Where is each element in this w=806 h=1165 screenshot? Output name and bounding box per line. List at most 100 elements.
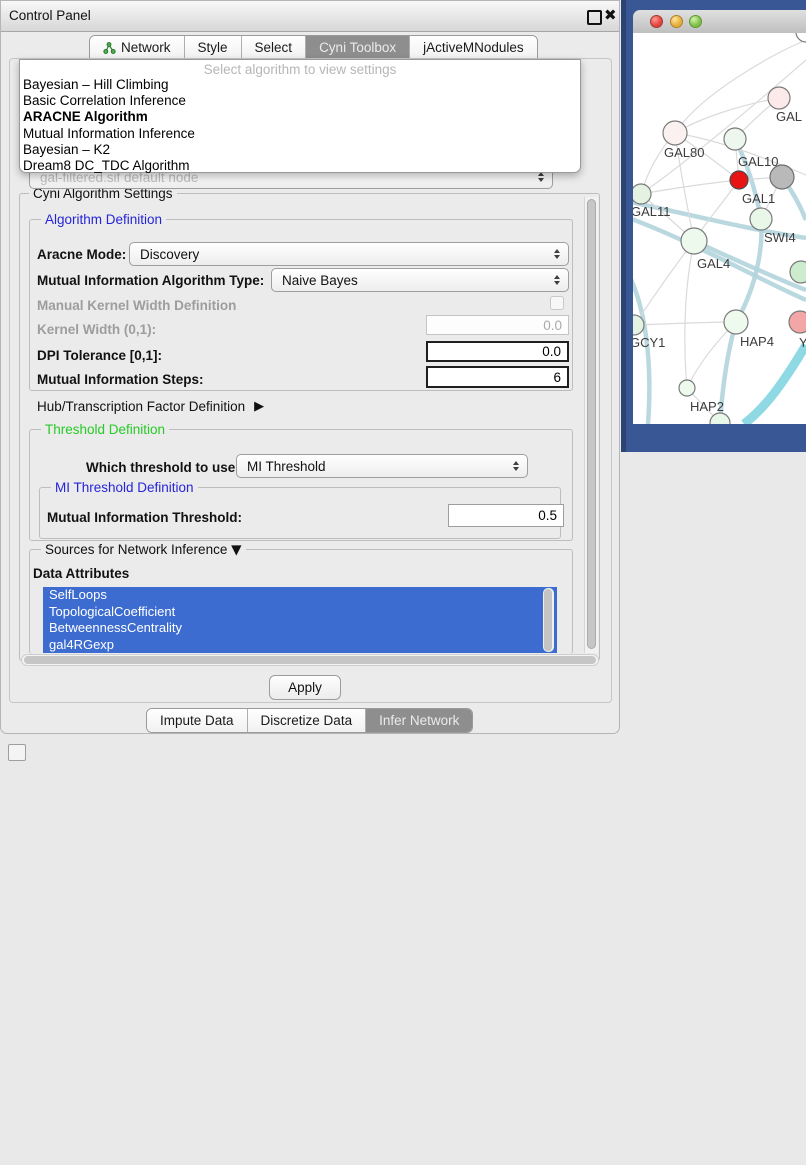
node-label: Y bbox=[799, 335, 806, 350]
tab-impute-data[interactable]: Impute Data bbox=[147, 709, 248, 732]
network-canvas[interactable]: GALGAL80GAL10GAL1GAL11SWI4GAL4GCY1HAP4YH… bbox=[633, 33, 806, 424]
mi-algorithm-type-combobox[interactable]: Naive Bayes bbox=[271, 268, 569, 292]
minimize-traffic-light-icon[interactable] bbox=[670, 15, 683, 28]
algorithm-option[interactable]: Basic Correlation Inference bbox=[20, 93, 580, 109]
threshold-definition-title: Threshold Definition bbox=[41, 422, 169, 437]
node-label: GCY1 bbox=[633, 335, 665, 350]
data-attributes-list[interactable]: SelfLoopsTopologicalCoefficientBetweenne… bbox=[43, 587, 557, 653]
collapse-down-icon[interactable]: ▼ bbox=[231, 542, 241, 558]
tab-infer-network[interactable]: Infer Network bbox=[366, 709, 472, 732]
tab-network-label: Network bbox=[121, 40, 171, 55]
network-node-gal80[interactable] bbox=[663, 121, 687, 145]
mi-threshold-field[interactable]: 0.5 bbox=[448, 504, 564, 527]
data-attribute-item[interactable]: BetweennessCentrality bbox=[43, 620, 557, 637]
algorithm-option[interactable]: Bayesian – K2 bbox=[20, 142, 580, 158]
node-label: GAL1 bbox=[742, 191, 775, 206]
node-label: SWI4 bbox=[764, 230, 796, 245]
network-node-hap4[interactable] bbox=[724, 310, 748, 334]
mi-steps-field[interactable]: 6 bbox=[426, 366, 569, 388]
tab-style[interactable]: Style bbox=[185, 36, 242, 59]
kernel-width-field: 0.0 bbox=[426, 315, 569, 335]
node-label: GAL10 bbox=[738, 154, 778, 169]
control-panel-titlebar: Control Panel ✖ bbox=[1, 1, 619, 32]
dpi-tolerance-label: DPI Tolerance [0,1]: bbox=[37, 348, 162, 363]
manual-kernel-width-checkbox[interactable] bbox=[550, 296, 564, 310]
algorithm-dropdown-prompt: Select algorithm to view settings bbox=[20, 60, 580, 77]
network-node[interactable] bbox=[796, 33, 806, 42]
network-node[interactable] bbox=[790, 261, 806, 283]
tab-select[interactable]: Select bbox=[242, 36, 307, 59]
apply-button[interactable]: Apply bbox=[269, 675, 341, 700]
network-node-swi4[interactable] bbox=[750, 208, 772, 230]
attributes-vertical-scrollbar[interactable] bbox=[543, 588, 554, 652]
network-node-gal11[interactable] bbox=[633, 184, 651, 204]
float-window-icon[interactable] bbox=[587, 10, 602, 25]
data-attribute-item[interactable]: gal4RGexp bbox=[43, 637, 557, 654]
data-attribute-item[interactable]: SelfLoops bbox=[43, 587, 557, 604]
node-label: GAL4 bbox=[697, 256, 730, 271]
network-node-gal[interactable] bbox=[768, 87, 790, 109]
tab-style-label: Style bbox=[198, 40, 228, 55]
network-node-hap2[interactable] bbox=[679, 380, 695, 396]
screen: Control Panel ✖ Network Style Select bbox=[0, 0, 806, 762]
network-node-gal10[interactable] bbox=[724, 128, 746, 150]
combo-arrows-icon bbox=[513, 461, 519, 471]
aracne-mode-combobox[interactable]: Discovery bbox=[129, 242, 569, 266]
tab-jactivemnodules[interactable]: jActiveMNodules bbox=[410, 36, 537, 59]
which-threshold-combobox[interactable]: MI Threshold bbox=[236, 454, 528, 478]
tab-select-label: Select bbox=[255, 40, 293, 55]
mi-threshold-label: Mutual Information Threshold: bbox=[47, 510, 242, 525]
tab-jactivemnodules-label: jActiveMNodules bbox=[423, 40, 524, 55]
network-node-gal1[interactable] bbox=[730, 171, 748, 189]
kernel-width-label: Kernel Width (0,1): bbox=[37, 322, 156, 337]
network-window-titlebar bbox=[633, 10, 806, 34]
network-node-y[interactable] bbox=[789, 311, 806, 333]
mi-algorithm-type-label: Mutual Information Algorithm Type: bbox=[37, 273, 264, 288]
manual-kernel-width-label: Manual Kernel Width Definition bbox=[37, 298, 236, 313]
desktop-edge bbox=[621, 0, 626, 452]
node-label: HAP4 bbox=[740, 334, 774, 349]
sources-title[interactable]: Sources for Network Inference ▼ bbox=[41, 542, 246, 558]
node-label: GAL80 bbox=[664, 145, 704, 160]
dpi-tolerance-field[interactable]: 0.0 bbox=[426, 341, 569, 362]
settings-vertical-scrollbar[interactable] bbox=[584, 197, 598, 653]
tab-cyni-toolbox[interactable]: Cyni Toolbox bbox=[306, 36, 410, 59]
mi-steps-label: Mutual Information Steps: bbox=[37, 372, 204, 387]
control-panel-tab-bar: Network Style Select Cyni Toolbox jActiv… bbox=[89, 35, 538, 60]
close-traffic-light-icon[interactable] bbox=[650, 15, 663, 28]
algorithm-option[interactable]: Mutual Information Inference bbox=[20, 126, 580, 142]
network-node-gal4[interactable] bbox=[681, 228, 707, 254]
network-node[interactable] bbox=[770, 165, 794, 189]
control-panel-title: Control Panel bbox=[9, 8, 91, 23]
tab-network[interactable]: Network bbox=[90, 36, 185, 59]
network-icon bbox=[103, 42, 116, 54]
algorithm-option[interactable]: Dream8 DC_TDC Algorithm bbox=[20, 158, 580, 174]
tab-cyni-toolbox-label: Cyni Toolbox bbox=[319, 40, 396, 55]
data-attributes-label: Data Attributes bbox=[33, 566, 129, 581]
expand-right-icon[interactable]: ▶ bbox=[254, 399, 264, 414]
algorithm-definition-title: Algorithm Definition bbox=[41, 212, 166, 227]
node-label: GAL11 bbox=[633, 204, 671, 219]
settings-horizontal-scrollbar[interactable] bbox=[21, 654, 599, 666]
dock-mini-icon[interactable] bbox=[8, 744, 26, 761]
tab-discretize-data[interactable]: Discretize Data bbox=[248, 709, 367, 732]
mi-threshold-definition-title: MI Threshold Definition bbox=[51, 480, 198, 495]
combo-arrows-icon bbox=[554, 275, 560, 285]
hub-transcription-factor-section[interactable]: Hub/Transcription Factor Definition ▶ bbox=[37, 399, 264, 414]
hub-section-label: Hub/Transcription Factor Definition bbox=[37, 399, 245, 414]
which-threshold-label: Which threshold to use: bbox=[86, 460, 240, 475]
scrollbar-thumb[interactable] bbox=[544, 589, 552, 651]
scrollbar-thumb[interactable] bbox=[24, 656, 596, 664]
algorithm-option[interactable]: Bayesian – Hill Climbing bbox=[20, 77, 580, 93]
algorithm-option[interactable]: ARACNE Algorithm bbox=[20, 109, 580, 125]
data-attribute-item[interactable]: TopologicalCoefficient bbox=[43, 604, 557, 621]
network-graph: GALGAL80GAL10GAL1GAL11SWI4GAL4GCY1HAP4YH… bbox=[633, 33, 806, 424]
scrollbar-thumb[interactable] bbox=[587, 199, 596, 649]
combo-arrows-icon bbox=[554, 249, 560, 259]
which-threshold-value: MI Threshold bbox=[237, 459, 513, 474]
zoom-traffic-light-icon[interactable] bbox=[689, 15, 702, 28]
node-label: HAP2 bbox=[690, 399, 724, 414]
control-panel-window: Control Panel ✖ Network Style Select bbox=[0, 0, 620, 734]
close-icon[interactable]: ✖ bbox=[604, 6, 617, 24]
aracne-mode-value: Discovery bbox=[130, 247, 554, 262]
